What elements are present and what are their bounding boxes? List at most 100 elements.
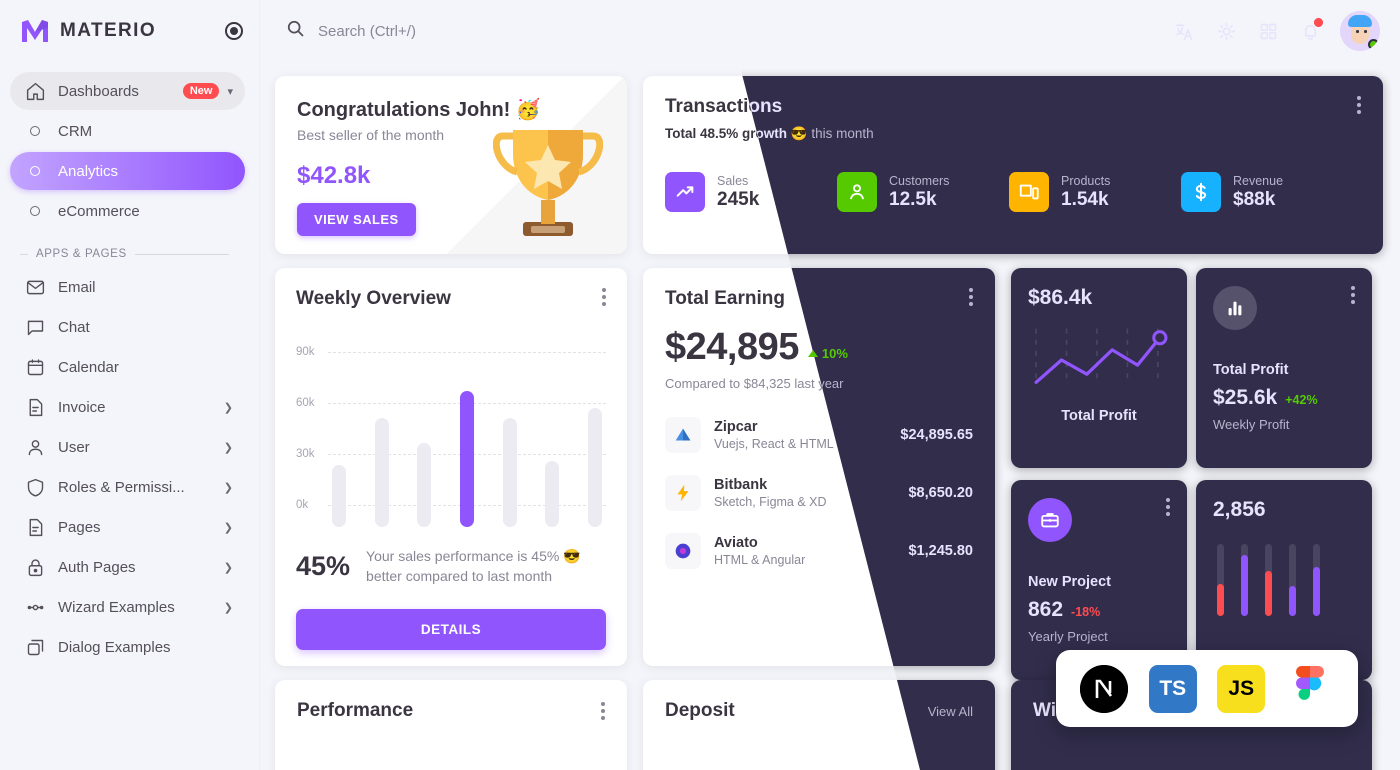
more-vertical-icon[interactable] <box>601 702 605 720</box>
bitbank-logo <box>665 475 701 511</box>
bar-track-5 <box>1313 544 1320 616</box>
bar-Mon <box>332 465 346 527</box>
sidebar-item-crm[interactable]: CRM <box>10 112 245 150</box>
chevron-right-icon[interactable]: ❯ <box>224 561 233 574</box>
sidebar: MATERIO Dashboards New ▾ CRM Analytics <box>0 0 260 770</box>
total-earning-title: Total Earning <box>665 288 785 309</box>
javascript-logo[interactable]: JS <box>1217 664 1266 713</box>
transactions-period: this month <box>811 126 874 141</box>
bar-track-3 <box>1265 544 1272 616</box>
search-input[interactable]: Search (Ctrl+/) <box>318 23 416 40</box>
sidebar-item-label: CRM <box>58 122 93 140</box>
sidebar-item-label: Dashboards <box>58 82 139 100</box>
earning-growth-value: 10% <box>821 346 848 361</box>
item-tech: Vuejs, React & HTML <box>714 437 834 451</box>
sidebar-item-email[interactable]: Email <box>10 268 245 306</box>
total-profit-caption: Total Profit <box>1061 408 1137 424</box>
sidebar-item-ecommerce[interactable]: eCommerce <box>10 192 245 230</box>
chevron-right-icon[interactable]: ❯ <box>224 441 233 454</box>
stat-products: Products 1.54k <box>1009 172 1181 212</box>
translate-icon[interactable] <box>1172 19 1196 43</box>
line-chart-icon <box>1034 328 1168 385</box>
more-vertical-icon[interactable] <box>1166 498 1170 516</box>
sidebar-item-chat[interactable]: Chat <box>10 308 245 346</box>
new-project-label: New Project <box>1028 574 1111 590</box>
search-icon <box>285 18 306 44</box>
chevron-right-icon[interactable]: ❯ <box>224 481 233 494</box>
deposit-view-all-link[interactable]: View All <box>928 704 973 719</box>
typescript-logo[interactable]: TS <box>1148 664 1197 713</box>
y-tick-label: 30k <box>296 448 315 460</box>
stat-value: 1.54k <box>1061 188 1109 210</box>
bar-track-2 <box>1241 544 1248 616</box>
mail-icon <box>24 276 46 298</box>
section-label-apps-pages: APPS & PAGES <box>20 248 229 260</box>
topbar-actions <box>1172 11 1400 51</box>
shield-icon <box>24 476 46 498</box>
chevron-right-icon[interactable]: ❯ <box>224 601 233 614</box>
sidebar-item-label: Wizard Examples <box>58 598 175 616</box>
stat-label: Sales <box>717 173 749 188</box>
bar-Sat <box>545 461 560 527</box>
sidebar-item-label: Email <box>58 278 96 296</box>
notification-bell-icon[interactable] <box>1298 18 1323 43</box>
sidebar-item-analytics[interactable]: Analytics <box>10 152 245 190</box>
brand-name: MATERIO <box>60 20 156 41</box>
theme-sun-icon[interactable] <box>1214 19 1238 43</box>
avatar[interactable] <box>1340 11 1380 51</box>
weekly-summary: 45% Your sales performance is 45% 😎 bett… <box>296 547 606 587</box>
sidebar-item-label: Chat <box>58 318 90 336</box>
nextjs-logo[interactable] <box>1080 664 1129 713</box>
sidebar-item-dialog-examples[interactable]: Dialog Examples <box>10 628 245 666</box>
chevron-down-icon[interactable]: ▾ <box>227 85 233 98</box>
new-project-change: -18% <box>1071 605 1101 619</box>
brand[interactable]: MATERIO <box>0 0 259 62</box>
aviato-logo <box>665 533 701 569</box>
bar-track-4 <box>1289 544 1296 616</box>
count-bar-chart <box>1213 544 1355 616</box>
notification-dot <box>1314 18 1323 27</box>
total-profit-card: $86.4k Total Profit <box>1011 268 1187 468</box>
new-project-value: 862 <box>1028 598 1064 621</box>
apps-grid-icon[interactable] <box>1256 19 1280 43</box>
details-button[interactable]: DETAILS <box>296 608 606 650</box>
more-vertical-icon[interactable] <box>969 288 973 306</box>
sidebar-item-label: Roles & Permissi... <box>58 478 185 496</box>
sidebar-item-label: Analytics <box>58 162 119 180</box>
weekly-overview-title: Weekly Overview <box>296 288 451 309</box>
file-icon <box>24 396 46 418</box>
bar-track-1 <box>1217 544 1224 616</box>
sidebar-item-auth-pages[interactable]: Auth Pages ❯ <box>10 548 245 586</box>
weekly-profit-label: Total Profit <box>1213 362 1289 378</box>
weekly-profit-change: +42% <box>1285 393 1318 407</box>
item-name: Aviato <box>714 535 758 551</box>
figma-logo[interactable] <box>1285 664 1334 713</box>
bar-Sun <box>587 408 602 527</box>
sidebar-item-user[interactable]: User ❯ <box>10 428 245 466</box>
sidebar-item-dashboards[interactable]: Dashboards New ▾ <box>10 72 245 110</box>
stat-label: Revenue <box>1233 173 1284 188</box>
chevron-right-icon[interactable]: ❯ <box>224 401 233 414</box>
sidebar-item-label: Calendar <box>58 358 119 376</box>
sidebar-item-invoice[interactable]: Invoice ❯ <box>10 388 245 426</box>
bar-Wed <box>417 443 432 527</box>
home-icon <box>24 80 46 102</box>
sidebar-item-wizard-examples[interactable]: Wizard Examples ❯ <box>10 588 245 626</box>
more-vertical-icon[interactable] <box>1357 96 1361 114</box>
view-sales-button[interactable]: VIEW SALES <box>297 203 416 236</box>
more-vertical-icon[interactable] <box>1351 286 1355 304</box>
item-price: $1,245.80 <box>908 543 973 559</box>
y-tick-label: 0k <box>296 499 309 511</box>
chevron-right-icon[interactable]: ❯ <box>224 521 233 534</box>
item-tech: Sketch, Figma & XD <box>714 495 827 509</box>
sidebar-item-pages[interactable]: Pages ❯ <box>10 508 245 546</box>
weekly-overview-card: Weekly Overview 90k 60k 30k 0k 45% Your … <box>275 268 627 666</box>
collapse-radio-icon[interactable] <box>225 22 243 40</box>
search-box[interactable]: Search (Ctrl+/) <box>260 18 416 44</box>
dialog-icon <box>24 636 46 658</box>
sidebar-item-label: User <box>58 438 90 456</box>
sidebar-item-roles-permissions[interactable]: Roles & Permissi... ❯ <box>10 468 245 506</box>
sidebar-item-calendar[interactable]: Calendar <box>10 348 245 386</box>
more-vertical-icon[interactable] <box>602 288 606 306</box>
sidebar-item-label: eCommerce <box>58 202 140 220</box>
